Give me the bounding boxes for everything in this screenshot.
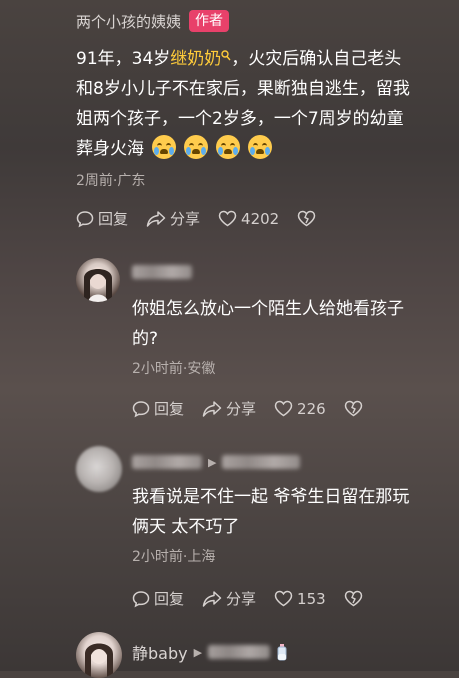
like-count: 4202 — [241, 209, 280, 228]
avatar[interactable] — [76, 632, 122, 678]
comment-actions: 回复 分享 226 — [132, 398, 385, 419]
reply-label: 回复 — [98, 210, 129, 228]
username[interactable]: 静baby — [132, 640, 188, 664]
comment-meta: 2周前·广东 — [76, 173, 146, 189]
comment-meta: 2小时前·安徽 — [132, 361, 216, 377]
comment-text-last-line: 葬身火海 — [76, 134, 280, 164]
comment-header: 静baby ▶ — [132, 640, 290, 664]
reply-button[interactable]: 回复 — [132, 398, 184, 419]
comment-text: 你姐怎么放心一个陌生人给她看孩子 — [132, 299, 404, 319]
author-badge: 作者 — [189, 10, 230, 32]
comment-meta: 2小时前·上海 — [132, 549, 216, 565]
comment-header: 两个小孩的姨姨 作者 — [76, 10, 230, 32]
heart-icon — [274, 400, 293, 417]
avatar-image — [84, 267, 112, 302]
comment-text-line: 91年，34岁继奶奶 ，火灾后确认自己老头 — [76, 44, 401, 74]
dislike-button[interactable] — [344, 400, 367, 417]
blurred-reply-to-username[interactable] — [208, 645, 271, 659]
broken-heart-icon — [344, 400, 362, 417]
blurred-reply-to-username[interactable] — [222, 455, 301, 469]
blurred-username[interactable] — [132, 265, 192, 279]
share-button[interactable]: 分享 — [146, 208, 200, 229]
broken-heart-icon — [297, 210, 316, 227]
crying-face-icon — [248, 135, 272, 159]
comment-text: ，火灾后确认自己老头 — [231, 49, 402, 69]
dislike-button[interactable] — [297, 210, 320, 227]
dislike-button[interactable] — [344, 590, 367, 607]
comment-actions: 回复 分享 153 — [132, 588, 385, 609]
reply-icon — [76, 210, 94, 227]
reply-button[interactable]: 回复 — [76, 208, 128, 229]
share-label: 分享 — [226, 400, 257, 418]
comment-text: 葬身火海 — [76, 139, 144, 159]
comment-header: ▶ — [132, 455, 301, 469]
reply-label: 回复 — [154, 590, 185, 608]
like-count: 226 — [297, 399, 326, 418]
share-button[interactable]: 分享 — [202, 398, 256, 419]
share-icon — [146, 210, 166, 227]
comment-text: 我看说是不住一起 爷爷生日留在那玩 — [132, 487, 410, 507]
heart-icon — [218, 210, 237, 227]
comment-text: 和8岁小儿子不在家后，果断独自逃生，留我 — [76, 79, 410, 99]
blurred-username[interactable] — [132, 455, 202, 469]
username[interactable]: 两个小孩的姨姨 — [76, 11, 181, 32]
like-button[interactable]: 226 — [274, 400, 326, 418]
baby-bottle-icon — [277, 644, 287, 661]
crying-face-icon — [216, 135, 240, 159]
comment-text: 91年，34岁 — [76, 49, 171, 69]
avatar-image — [85, 642, 113, 678]
search-link[interactable]: 继奶奶 — [170, 49, 221, 69]
reply-label: 回复 — [154, 400, 185, 418]
share-label: 分享 — [226, 590, 257, 608]
avatar[interactable] — [76, 446, 122, 492]
crying-face-icon — [184, 135, 208, 159]
reply-to-arrow-icon: ▶ — [193, 645, 203, 659]
comment-actions: 回复 分享 4202 — [76, 208, 338, 229]
search-icon[interactable] — [221, 50, 231, 62]
comment-text: 姐两个孩子，一个2岁多，一个7周岁的幼童 — [76, 109, 404, 129]
share-icon — [202, 400, 222, 417]
reply-icon — [132, 590, 150, 607]
share-label: 分享 — [170, 210, 201, 228]
crying-face-icon — [152, 135, 176, 159]
share-button[interactable]: 分享 — [202, 588, 256, 609]
comment-text: 的? — [132, 329, 159, 349]
comment-text: 俩天 太不巧了 — [132, 517, 240, 537]
reply-icon — [132, 400, 150, 417]
reply-button[interactable]: 回复 — [132, 588, 184, 609]
broken-heart-icon — [344, 590, 362, 607]
like-count: 153 — [297, 589, 326, 608]
share-icon — [202, 590, 222, 607]
like-button[interactable]: 153 — [274, 590, 326, 608]
like-button[interactable]: 4202 — [218, 210, 279, 228]
avatar[interactable] — [76, 258, 120, 302]
heart-icon — [274, 590, 293, 607]
reply-to-arrow-icon: ▶ — [208, 455, 217, 469]
